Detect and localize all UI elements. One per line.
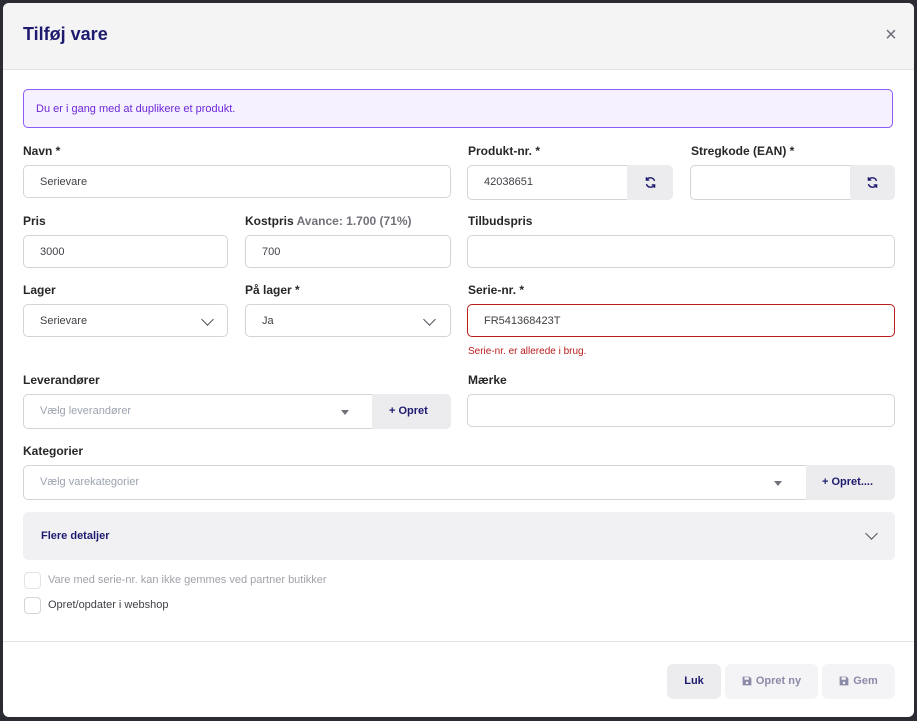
chevron-down-icon	[865, 527, 878, 540]
save-icon	[839, 676, 849, 686]
caret-down-icon	[341, 410, 349, 415]
price-input[interactable]: 3000	[23, 235, 228, 268]
categories-select[interactable]: Vælg varekategorier	[23, 465, 807, 500]
stock-select[interactable]: Serievare	[23, 304, 228, 337]
suppliers-placeholder: Vælg leverandører	[40, 405, 132, 417]
in-stock-label: På lager *	[245, 283, 300, 297]
close-button[interactable]: Luk	[667, 664, 721, 699]
cost-price-label: Kostpris Avance: 1.700 (71%)	[245, 214, 412, 228]
refresh-icon	[645, 177, 656, 188]
offer-price-input[interactable]	[467, 235, 895, 268]
product-number-value: 42038651	[484, 176, 533, 188]
categories-label: Kategorier	[23, 444, 84, 458]
webshop-checkbox-label: Opret/opdater i webshop	[48, 599, 169, 611]
more-details-label: Flere detaljer	[41, 530, 110, 542]
create-supplier-button[interactable]: + Opret	[372, 394, 451, 429]
save-button[interactable]: Gem	[822, 664, 895, 699]
barcode-label: Stregkode (EAN) *	[691, 144, 795, 158]
suppliers-select[interactable]: Vælg leverandører	[23, 394, 373, 429]
partner-store-checkbox[interactable]	[24, 572, 41, 589]
stock-label: Lager	[23, 283, 56, 297]
serial-number-value: FR541368423T	[484, 315, 561, 327]
create-new-label: Opret ny	[755, 675, 802, 687]
product-number-label: Produkt-nr. *	[468, 144, 541, 158]
modal-footer: Luk Opret ny Gem	[3, 641, 914, 717]
regenerate-barcode-button[interactable]	[850, 165, 895, 200]
create-category-label: + Opret....	[822, 476, 874, 488]
create-new-button[interactable]: Opret ny	[725, 664, 818, 699]
cost-price-value: 700	[262, 246, 281, 258]
refresh-icon	[867, 177, 878, 188]
offer-price-label: Tilbudspris	[468, 214, 533, 228]
duplicate-info-banner: Du er i gang med at duplikere et produkt…	[23, 89, 893, 128]
in-stock-selected-value: Ja	[262, 315, 274, 327]
in-stock-select[interactable]: Ja	[245, 304, 451, 337]
name-label: Navn *	[23, 144, 61, 158]
brand-input[interactable]	[467, 394, 895, 427]
webshop-checkbox[interactable]	[24, 597, 41, 614]
caret-down-icon	[774, 481, 782, 486]
chevron-down-icon	[201, 313, 214, 326]
product-number-input[interactable]: 42038651	[467, 165, 628, 200]
add-product-modal: Tilføj vare × Du er i gang med at duplik…	[3, 3, 914, 717]
cost-price-label-text: Kostpris	[245, 214, 294, 228]
create-category-button[interactable]: + Opret....	[806, 465, 895, 500]
more-details-accordion[interactable]: Flere detaljer	[23, 512, 895, 560]
save-label: Gem	[853, 675, 878, 687]
cost-price-input[interactable]: 700	[245, 235, 451, 268]
banner-text: Du er i gang med at duplikere et produkt…	[36, 103, 236, 115]
name-input[interactable]: Serievare	[23, 165, 451, 198]
partner-store-checkbox-label: Vare med serie-nr. kan ikke gemmes ved p…	[48, 574, 327, 586]
name-value: Serievare	[40, 176, 88, 188]
serial-number-input[interactable]: FR541368423T	[467, 304, 895, 337]
modal-header: Tilføj vare ×	[3, 3, 914, 70]
suppliers-label: Leverandører	[23, 373, 100, 387]
price-value: 3000	[40, 246, 65, 258]
regenerate-product-number-button[interactable]	[627, 165, 673, 200]
save-icon	[742, 676, 752, 686]
categories-placeholder: Vælg varekategorier	[40, 476, 140, 488]
margin-text: Avance: 1.700 (71%)	[296, 214, 412, 228]
stock-selected-value: Serievare	[40, 315, 88, 327]
create-supplier-label: + Opret	[389, 405, 428, 417]
price-label: Pris	[23, 214, 46, 228]
serial-number-error: Serie-nr. er allerede i brug.	[468, 346, 587, 357]
brand-label: Mærke	[468, 373, 507, 387]
modal-title: Tilføj vare	[23, 24, 108, 44]
serial-number-label: Serie-nr. *	[468, 283, 525, 297]
chevron-down-icon	[423, 313, 436, 326]
close-icon[interactable]: ×	[881, 25, 901, 45]
barcode-input[interactable]	[690, 165, 851, 200]
